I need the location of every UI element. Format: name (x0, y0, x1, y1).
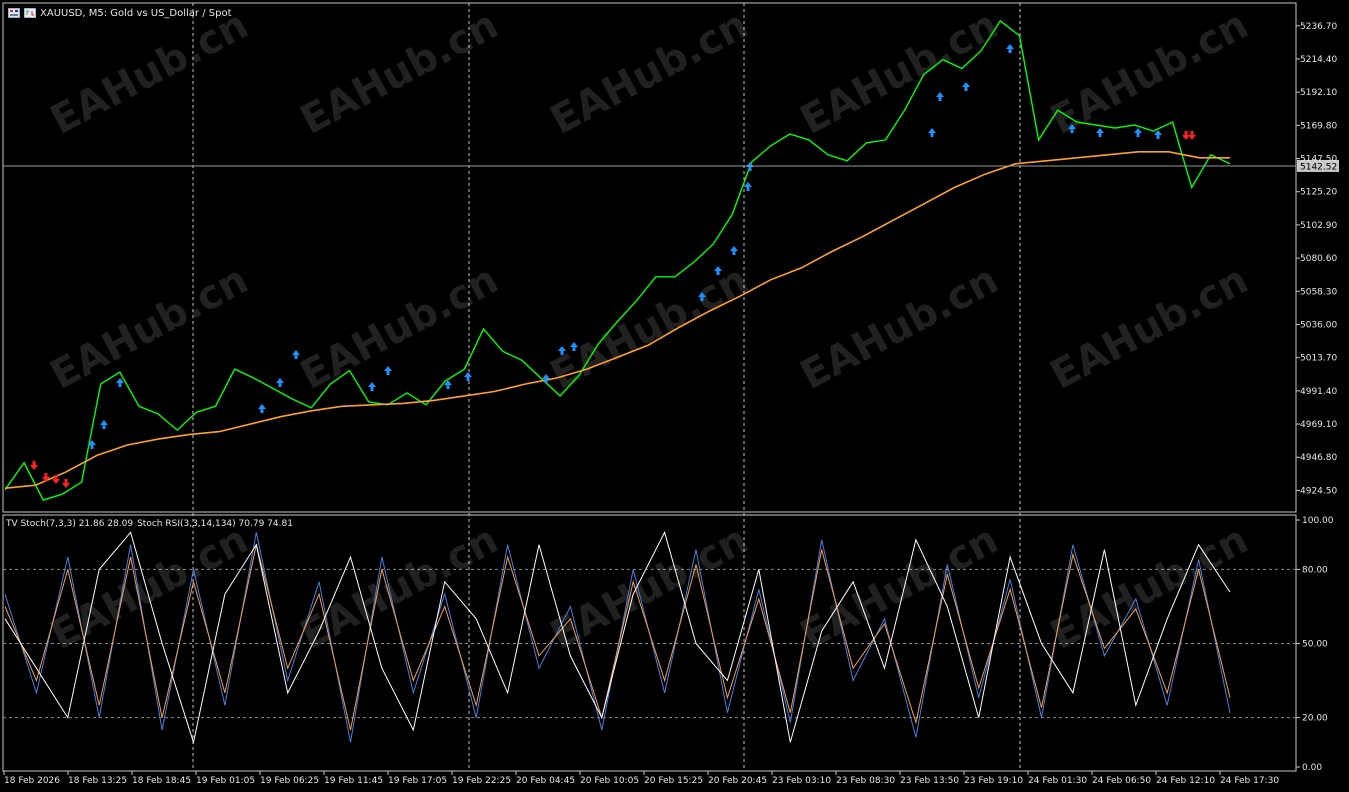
chart-window-icon[interactable] (7, 7, 21, 19)
osc-y-tick-label: 50.00 (1302, 640, 1328, 650)
y-tick-label: 4991.40 (1300, 387, 1337, 397)
y-tick-label: 5192.10 (1300, 88, 1337, 98)
buy-arrow (368, 382, 376, 391)
y-tick-label: 5214.40 (1300, 55, 1337, 65)
y-tick-label: 5147.50 (1300, 155, 1337, 165)
watermark-text: EAHub.cn (1043, 257, 1256, 399)
y-tick-label: 5102.90 (1300, 221, 1337, 231)
watermark-text: EAHub.cn (1043, 517, 1256, 659)
y-tick-label: 4969.10 (1300, 420, 1337, 430)
indicator-header: TV Stoch(7,3,3) 21.86 28.09 Stoch RSI(3,3… (6, 519, 297, 529)
osc-y-tick-label: 100.00 (1302, 516, 1334, 526)
buy-arrow (746, 162, 754, 171)
watermark-text: EAHub.cn (793, 2, 1006, 144)
watermark-text: EAHub.cn (43, 517, 256, 659)
buy-arrow (116, 378, 124, 387)
y-tick-label: 5169.80 (1300, 121, 1337, 131)
sell-arrow (62, 479, 70, 488)
y-tick-label: 5236.70 (1300, 22, 1337, 32)
chart-canvas: EAHub.cn EAHub.cn EAHub.cn EAHub.cn EAHub.cn… (2, 2, 1339, 786)
x-tick-label: 20 Feb 04:45 (516, 776, 575, 786)
buy-arrow (276, 378, 284, 387)
watermark-layer: EAHub.cn EAHub.cn EAHub.cn EAHub.cn EAHub.cn… (43, 2, 1256, 659)
watermark-text: EAHub.cn (43, 257, 256, 399)
x-tick-label: 23 Feb 08:30 (836, 776, 895, 786)
watermark-text: EAHub.cn (543, 517, 756, 659)
sell-arrow (42, 473, 50, 482)
buy-arrow (384, 366, 392, 375)
y-tick-label: 5125.20 (1300, 188, 1337, 198)
stoch-label: TV Stoch(7,3,3) 21.86 28.09 (6, 519, 134, 529)
buy-arrow (744, 182, 752, 191)
y-tick-label: 5058.30 (1300, 287, 1337, 297)
watermark-text: EAHub.cn (293, 257, 506, 399)
x-tick-label: 24 Feb 12:10 (1156, 776, 1215, 786)
sell-arrow (52, 475, 60, 484)
stoch-rsi-label: Stoch RSI(3,3,14,134) 70.79 74.81 (137, 519, 293, 529)
sell-arrow (30, 461, 38, 470)
buy-arrow (258, 404, 266, 413)
watermark-text: EAHub.cn (1043, 2, 1256, 144)
watermark-text: EAHub.cn (293, 517, 506, 659)
y-tick-label: 4946.80 (1300, 453, 1337, 463)
x-tick-label: 20 Feb 15:25 (644, 776, 703, 786)
osc-y-tick-label: 20.00 (1302, 714, 1328, 724)
buy-arrow (1096, 128, 1104, 137)
buy-arrow (1154, 130, 1162, 139)
x-tick-label: 19 Feb 01:05 (196, 776, 255, 786)
watermark-text: EAHub.cn (793, 517, 1006, 659)
y-tick-label: 5080.60 (1300, 254, 1337, 264)
x-tick-label: 18 Feb 13:25 (68, 776, 127, 786)
watermark-text: EAHub.cn (793, 257, 1006, 399)
x-tick-label: 19 Feb 11:45 (324, 776, 383, 786)
watermark-text: EAHub.cn (543, 2, 756, 144)
buy-arrow (928, 128, 936, 137)
x-tick-label: 19 Feb 22:25 (452, 776, 511, 786)
x-tick-label: 18 Feb 2026 (4, 776, 60, 786)
buy-arrow (936, 92, 944, 101)
x-tick-label: 19 Feb 06:25 (260, 776, 319, 786)
trade-icon[interactable] (23, 7, 37, 19)
x-tick-label: 20 Feb 20:45 (708, 776, 767, 786)
buy-arrow (542, 374, 550, 383)
y-tick-label: 4924.50 (1300, 486, 1337, 496)
sell-arrow (1188, 131, 1196, 140)
buy-arrow (464, 372, 472, 381)
buy-arrow (730, 246, 738, 255)
buy-arrow (1134, 128, 1142, 137)
buy-arrow (962, 82, 970, 91)
x-tick-label: 24 Feb 01:30 (1028, 776, 1087, 786)
x-tick-label: 23 Feb 19:10 (964, 776, 1023, 786)
symbol-label: XAUUSD, M5: Gold vs US_Dollar / Spot (40, 7, 232, 19)
x-tick-label: 20 Feb 10:05 (580, 776, 639, 786)
x-tick-label: 19 Feb 17:05 (388, 776, 447, 786)
x-tick-label: 18 Feb 18:45 (132, 776, 191, 786)
osc-y-tick-label: 0.00 (1302, 763, 1322, 773)
y-tick-label: 5036.00 (1300, 320, 1337, 330)
x-tick-label: 24 Feb 06:50 (1092, 776, 1151, 786)
chart-header: XAUUSD, M5: Gold vs US_Dollar / Spot (7, 6, 232, 20)
buy-arrow (1006, 44, 1014, 53)
osc-y-tick-label: 80.00 (1302, 565, 1328, 575)
watermark-text: EAHub.cn (543, 257, 756, 399)
buy-arrow (100, 420, 108, 429)
x-tick-label: 23 Feb 13:50 (900, 776, 959, 786)
x-tick-label: 24 Feb 17:30 (1220, 776, 1279, 786)
watermark-text: EAHub.cn (293, 2, 506, 144)
x-tick-label: 23 Feb 03:10 (772, 776, 831, 786)
watermark-text: EAHub.cn (43, 2, 256, 144)
y-tick-label: 5013.70 (1300, 354, 1337, 364)
